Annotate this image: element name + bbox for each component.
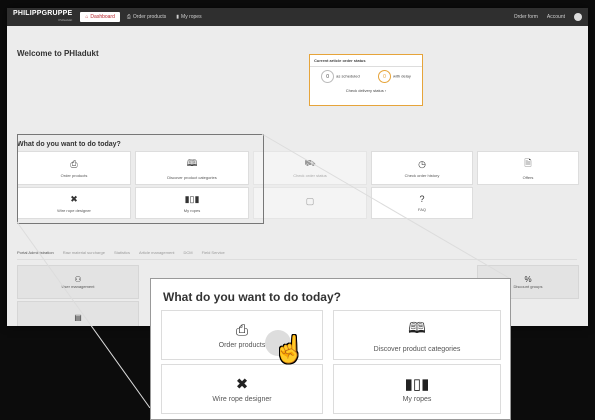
zoom-tile-my-ropes[interactable]: ▮▯▮ My ropes <box>333 364 501 414</box>
book-icon: 🕮 <box>408 319 426 337</box>
zoom-heading: What do you want to do today? <box>163 290 341 304</box>
zoom-tile-discover[interactable]: 🕮 Discover product categories <box>333 310 501 360</box>
clipboard-icon: ⎙ <box>235 321 248 339</box>
zoom-tile-wire-rope[interactable]: ✖ Wire rope designer <box>161 364 323 414</box>
barcode-icon: ▮▯▮ <box>404 376 430 393</box>
tools-icon: ✖ <box>235 376 249 393</box>
pointer-hand-icon: ☝ <box>273 334 306 364</box>
zoom-callout: What do you want to do today? ⎙ Order pro… <box>150 278 511 420</box>
